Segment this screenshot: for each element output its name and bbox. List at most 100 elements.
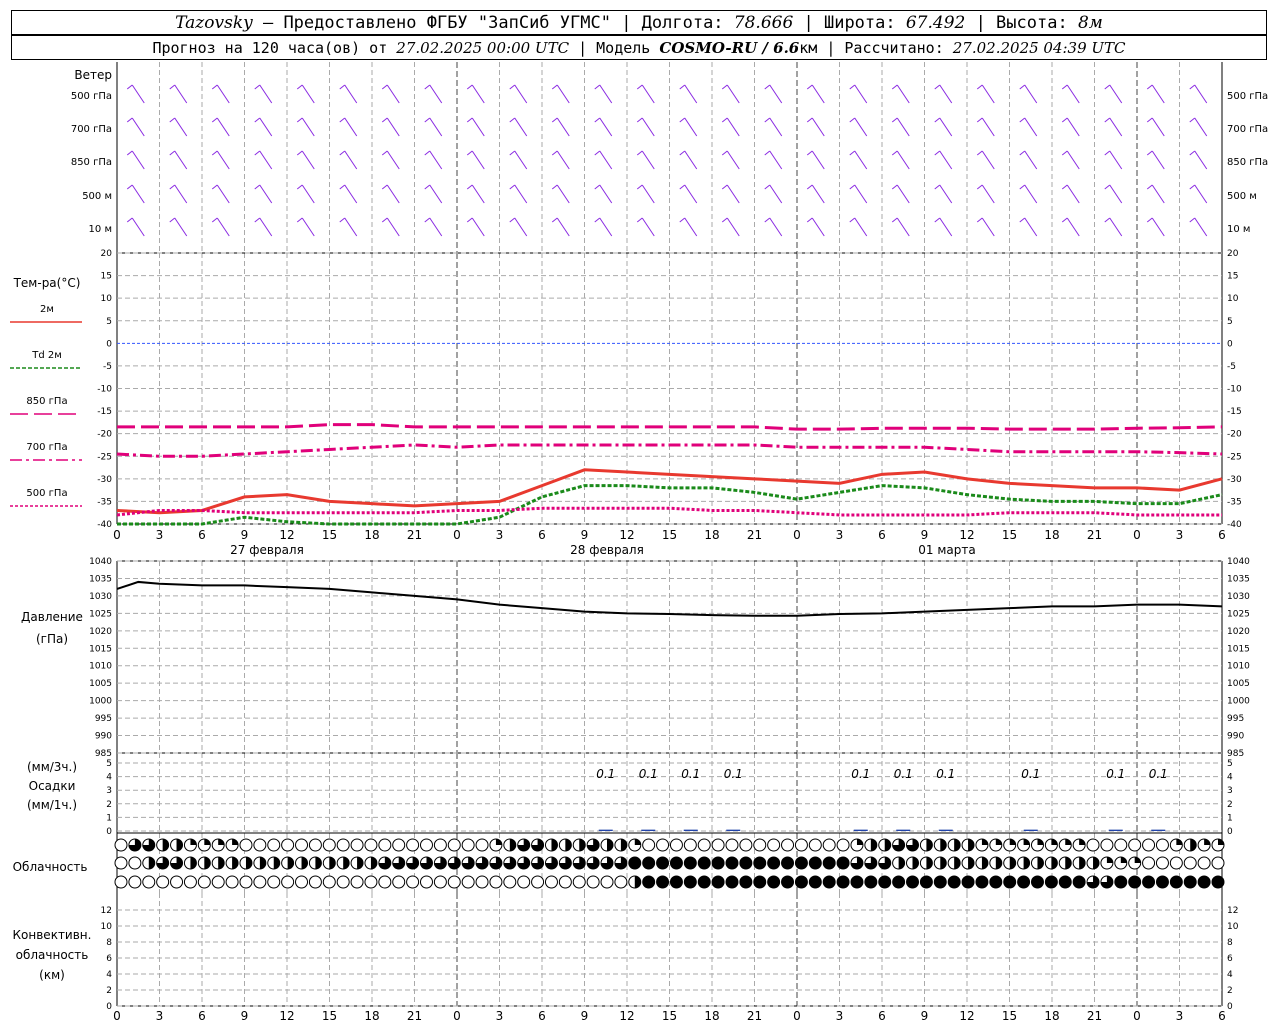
wind-barb xyxy=(854,217,868,237)
wind-barb xyxy=(259,217,273,237)
temp-tick-right: -25 xyxy=(1227,452,1242,462)
wind-barb xyxy=(726,150,740,170)
x-day-label: 27 февраля xyxy=(230,543,304,557)
cloud-symbol-fill xyxy=(856,839,863,845)
wind-barb-flag xyxy=(934,217,941,223)
cloud-symbol-fill xyxy=(287,857,294,869)
cloud-symbol xyxy=(378,875,392,889)
wind-barb-flag xyxy=(211,150,218,156)
wind-barb-flag xyxy=(381,217,388,223)
precip-tick-left: 1 xyxy=(106,813,112,823)
wind-barb-flag xyxy=(424,117,431,123)
x-tick-label-bottom: 6 xyxy=(538,1009,546,1023)
wind-barb xyxy=(939,217,953,237)
x-tick-label-bottom: 6 xyxy=(198,1009,206,1023)
wind-barb xyxy=(769,84,783,104)
wind-barb-flag xyxy=(551,84,558,90)
wind-barb xyxy=(684,150,698,170)
cloud-symbol xyxy=(683,838,697,852)
wind-barb xyxy=(1024,84,1038,104)
wind-barb xyxy=(514,217,528,237)
wind-barb-flag xyxy=(1019,84,1026,90)
x-tick-label-bottom: 3 xyxy=(1176,1009,1184,1023)
x-tick-label: 15 xyxy=(662,528,677,542)
wind-barb xyxy=(896,117,910,137)
wind-title: Ветер xyxy=(74,68,112,82)
cloud-symbol xyxy=(475,838,489,852)
wind-barb-flag xyxy=(381,117,388,123)
cloud-symbol-fill xyxy=(739,857,752,869)
x-tick-label: 3 xyxy=(156,528,164,542)
cloud-symbol-fill xyxy=(684,876,697,888)
precip-tick-left: 3 xyxy=(106,786,112,796)
wind-barb xyxy=(174,150,188,170)
wind-barb-flag xyxy=(466,217,473,223)
wind-barb xyxy=(1194,150,1208,170)
wind-barb xyxy=(939,184,953,204)
x-tick-label: 12 xyxy=(279,528,294,542)
wind-barb-flag xyxy=(381,184,388,190)
cloud-symbol-fill xyxy=(753,857,766,869)
cloud-symbol-fill xyxy=(620,839,627,851)
cloud-symbol-fill xyxy=(670,857,683,869)
wind-barb-flag xyxy=(381,150,388,156)
cloud-symbol xyxy=(170,875,184,889)
wind-barb xyxy=(216,150,230,170)
wind-barb-flag xyxy=(721,84,728,90)
wind-barb xyxy=(344,217,358,237)
wind-barb xyxy=(599,184,613,204)
temp-legend-label: 850 гПа xyxy=(26,396,67,407)
cloud-symbol xyxy=(794,838,808,852)
wind-barb-flag xyxy=(764,117,771,123)
wind-barb-flag xyxy=(1061,150,1068,156)
wind-barb-flag xyxy=(594,184,601,190)
cloud-symbol xyxy=(656,838,670,852)
cloud-symbol xyxy=(808,838,822,852)
temp-tick-right: 20 xyxy=(1227,249,1239,259)
cloud-symbol-fill xyxy=(926,839,933,851)
x-tick-label-bottom: 12 xyxy=(279,1009,294,1023)
wind-barb xyxy=(344,184,358,204)
cloud-symbol xyxy=(239,838,253,852)
cloud-symbol xyxy=(461,875,475,889)
pressure-tick-left: 1000 xyxy=(89,697,112,707)
cloud-symbol xyxy=(308,875,322,889)
cloud-symbol xyxy=(433,875,447,889)
cloud-ylabel: Облачность xyxy=(13,860,88,874)
wind-barb-flag xyxy=(891,84,898,90)
wind-barb-flag xyxy=(296,84,303,90)
wind-barb-flag xyxy=(721,150,728,156)
temp-legend-label: 700 гПа xyxy=(26,442,67,453)
x-tick-label-bottom: 9 xyxy=(581,1009,589,1023)
cloud-symbols xyxy=(114,838,1225,889)
x-tick-label-bottom: 21 xyxy=(407,1009,422,1023)
x-tick-label: 3 xyxy=(496,528,504,542)
cloud-symbol-fill xyxy=(329,857,336,869)
cloud-symbol-fill xyxy=(656,857,669,869)
wind-barb-flag xyxy=(254,84,261,90)
wind-barb xyxy=(131,84,145,104)
pressure-tick-left: 1025 xyxy=(89,609,112,619)
wind-barb-flag xyxy=(466,84,473,90)
temp-tick-left: -40 xyxy=(97,520,112,530)
wind-barb-flag xyxy=(551,150,558,156)
wind-barb-flag xyxy=(254,217,261,223)
wind-barb xyxy=(1109,150,1123,170)
cloud-symbol-fill xyxy=(370,857,377,869)
precip-value-label: 0.1 xyxy=(596,767,615,781)
cloud-symbol-fill xyxy=(1059,876,1072,888)
wind-barb-flag xyxy=(636,150,643,156)
wind-barb-flag xyxy=(1104,217,1111,223)
cloud-symbol xyxy=(364,875,378,889)
wind-barb-flag xyxy=(296,150,303,156)
cloud-symbol-fill xyxy=(670,876,683,888)
cloud-symbol xyxy=(1114,838,1128,852)
wind-barb-flag xyxy=(721,217,728,223)
cloud-symbol-fill xyxy=(1051,839,1058,845)
cloud-symbol xyxy=(586,875,600,889)
wind-barb-flag xyxy=(339,84,346,90)
x-tick-label-bottom: 15 xyxy=(1002,1009,1017,1023)
wind-barb-flag xyxy=(1104,184,1111,190)
x-tick-label-bottom: 0 xyxy=(1133,1009,1141,1023)
x-tick-label: 3 xyxy=(836,528,844,542)
